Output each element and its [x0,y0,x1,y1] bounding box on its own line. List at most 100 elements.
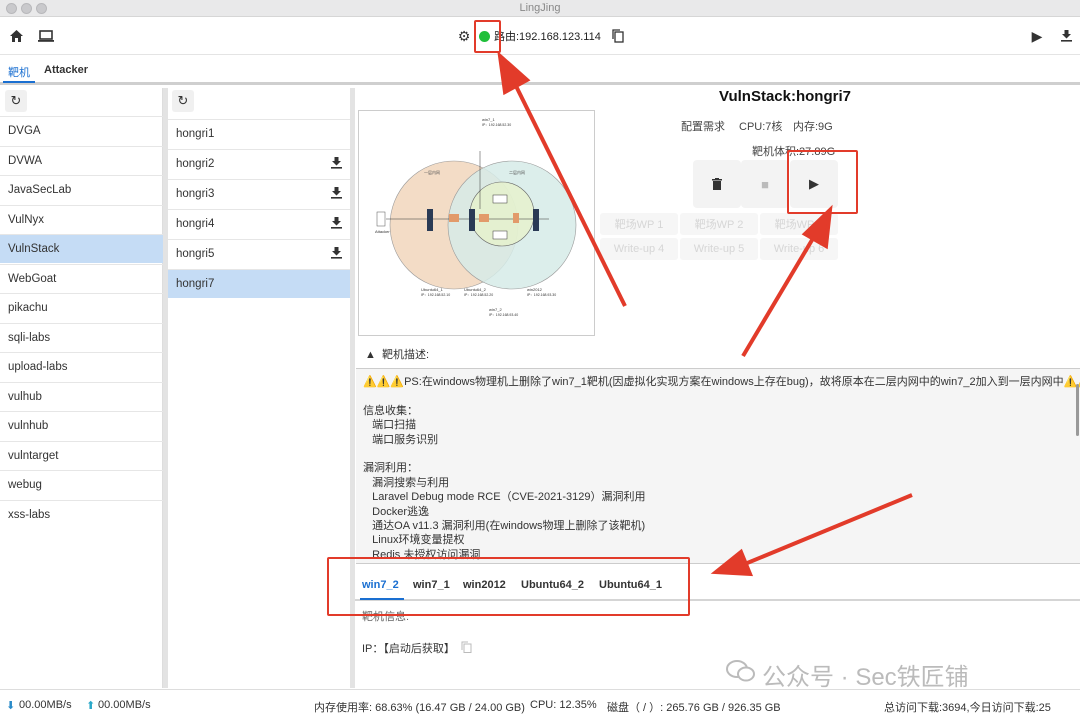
target-item[interactable]: hongri1 [168,119,350,148]
main-tabs: 靶机 Attacker [0,55,1080,85]
highlight-tabs-box [327,557,690,616]
category-list: ↻ DVGA DVWA JavaSecLab VulNyx VulnStack WebGo… [0,88,163,688]
cpu-usage: CPU: 12.35% [530,699,597,711]
category-item[interactable]: VulnStack [0,234,163,263]
target-title: VulnStack:hongri7 [719,88,851,105]
refresh-targets-button[interactable]: ↻ [172,90,194,112]
description-line: 端口服务识别 [363,433,439,446]
cpu-requirement: CPU:7核 [739,121,783,133]
description-box[interactable]: ⚠️⚠️⚠️PS:在windows物理机上删除了win7_1靶机(因虚拟化实现方… [356,368,1080,564]
node-name: win2012 [527,287,543,292]
category-item[interactable]: webug [0,470,163,499]
config-label: 配置需求 [681,121,725,133]
highlight-start-box [787,150,858,214]
category-item[interactable]: DVGA [0,116,163,145]
category-item[interactable]: vulnhub [0,411,163,440]
node-name: win7_2 [489,307,502,312]
writeup-button[interactable]: Write-up 6 [760,238,838,260]
copy-icon[interactable] [608,26,628,46]
description-toggle[interactable]: ▲ 靶机描述: [365,346,429,362]
category-item[interactable]: VulNyx [0,204,163,234]
writeup-button[interactable]: 靶场WP 1 [600,213,678,235]
download-speed-icon: ⬇ [6,700,16,712]
laptop-icon[interactable] [36,26,56,46]
node-ip: IP：192.168.52.30 [482,123,511,127]
home-icon[interactable] [6,26,26,46]
writeup-button[interactable]: 靶场WP 3 [760,213,838,235]
category-item[interactable]: vulntarget [0,440,163,470]
watermark: 公众号 · Sec铁匠铺 [726,657,969,692]
category-item[interactable]: DVWA [0,145,163,175]
target-item-label: hongri7 [176,278,215,290]
writeup-button[interactable]: Write-up 4 [600,238,678,260]
upload-speed: 00.00MB/s [98,699,151,711]
category-item[interactable]: WebGoat [0,263,163,293]
download-icon[interactable] [331,216,342,232]
target-item[interactable]: hongri4 [168,209,350,238]
target-item[interactable]: hongri5 [168,239,350,268]
collapse-arrow-icon: ▲ [365,349,376,361]
tab-targets[interactable]: 靶机 [8,64,30,80]
download-icon[interactable] [331,156,342,172]
download-icon[interactable] [1056,26,1076,46]
play-icon[interactable]: ▶ [1027,26,1047,46]
visit-stats: 总访问下载:3694,今日访问下载:25 [884,702,1051,714]
description-line: Docker逃逸 [363,505,430,518]
highlight-status-box [474,20,501,53]
category-item[interactable]: vulhub [0,381,163,411]
node-name: Ubuntu64_1 [421,287,444,292]
vm-ip-row: IP：【启动后获取】 [362,640,472,656]
status-bar: ⬇ 00.00MB/s ⬆ 00.00MB/s 内存使用率: 68.63% (1… [0,689,1080,719]
watermark-text: 公众号 · Sec铁匠铺 [762,664,969,691]
target-item-label: hongri5 [176,248,215,260]
node-ip: IP：192.168.93.40 [489,313,518,317]
window-titlebar: LingJing [0,0,1080,17]
vm-ip: IP：【启动后获取】 [362,643,455,655]
description-line: 信息收集： [363,404,418,417]
target-item-label: hongri2 [176,158,215,170]
category-item[interactable]: xss-labs [0,499,163,529]
tab-attacker[interactable]: Attacker [44,64,88,76]
active-tab-indicator [3,81,35,83]
category-item[interactable]: JavaSecLab [0,175,163,204]
category-item[interactable]: sqli-labs [0,322,163,352]
description-line: 端口扫描 [363,419,417,432]
writeup-button[interactable]: 靶场WP 2 [680,213,758,235]
memory-requirement: 内存:9G [793,121,833,133]
node-ip: IP：192.168.52.10 [421,293,450,297]
copy-icon[interactable] [461,641,472,656]
wechat-icon [726,659,756,690]
refresh-categories-button[interactable]: ↻ [5,90,27,112]
target-item-label: hongri4 [176,218,215,230]
description-line: Linux环境变量提权 [363,534,465,547]
writeup-button[interactable]: Write-up 5 [680,238,758,260]
target-item[interactable]: hongri7 [168,269,350,298]
memory-usage: 内存使用率: 68.63% (16.47 GB / 24.00 GB) [314,702,525,714]
download-icon[interactable] [331,246,342,262]
target-item[interactable]: hongri2 [168,149,350,178]
disk-usage: 磁盘（ / ）: 265.76 GB / 926.35 GB [607,702,781,714]
description-line: 漏洞利用： [363,462,418,475]
target-list: ↻ hongri1 hongri2 hongri3 hongri4 hongri5 hon… [168,88,350,688]
node-ip: IP：192.168.93.30 [527,293,556,297]
zone2-label: 二层内网 [509,169,525,175]
zone1-label: 一层内网 [424,169,440,175]
description-line: 通达OA v11.3 漏洞利用(在windows物理上删除了该靶机) [363,519,646,532]
stop-button[interactable]: ■ [741,160,789,208]
gear-icon[interactable]: ⚙ [454,26,474,46]
attacker-label: Attacker [375,229,390,234]
delete-button[interactable] [693,160,741,208]
window-title: LingJing [519,2,561,14]
upload-speed-icon: ⬆ [86,700,96,712]
description-line [363,447,1073,461]
category-item[interactable]: pikachu [0,293,163,322]
download-speed: 00.00MB/s [19,699,72,711]
node-name: win7_1 [482,117,495,122]
node-ip: IP：192.168.52.20 [464,293,493,297]
target-item[interactable]: hongri3 [168,179,350,208]
target-item-label: hongri1 [176,128,215,140]
category-item[interactable]: upload-labs [0,352,163,381]
toolbar: ⚙ 路由:192.168.123.114 ▶ [0,17,1080,55]
description-scrollbar[interactable] [1076,384,1079,436]
download-icon[interactable] [331,186,342,202]
